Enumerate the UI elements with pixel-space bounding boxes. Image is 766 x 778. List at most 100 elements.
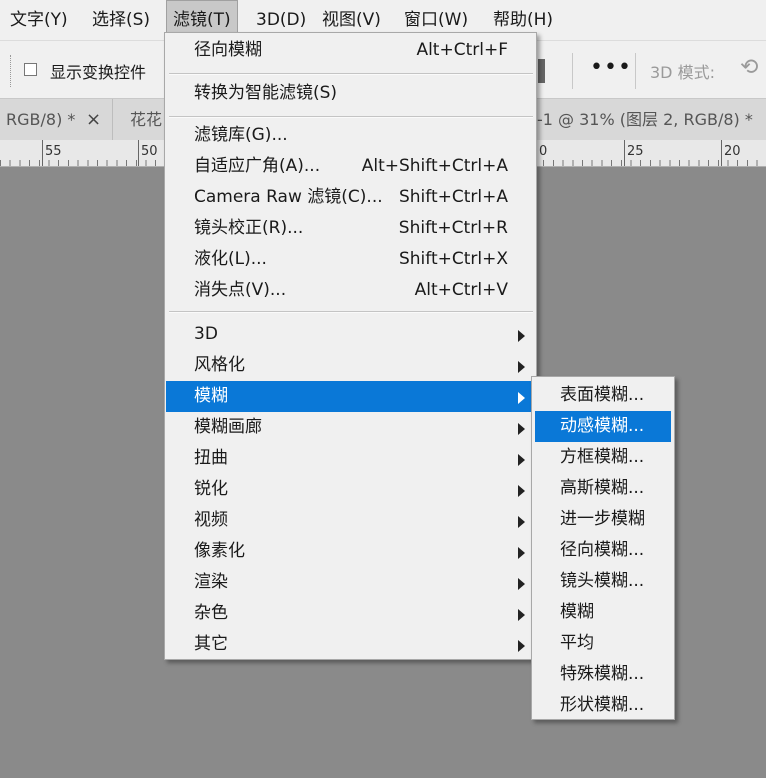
submenu-item-motion-blur[interactable]: 动感模糊... <box>535 411 671 442</box>
ruler-label: 0 <box>539 144 548 159</box>
submenu-arrow-icon <box>518 454 525 466</box>
submenu-item-smart-blur[interactable]: 特殊模糊... <box>535 659 671 690</box>
ruler-tick <box>721 140 722 166</box>
submenu-arrow-icon <box>518 578 525 590</box>
menu-item-label: 渲染 <box>194 572 228 592</box>
submenu-arrow-icon <box>518 547 525 559</box>
menu-item-camera-raw[interactable]: Camera Raw 滤镜(C)... Shift+Ctrl+A <box>166 182 535 213</box>
submenu-item-label: 镜头模糊... <box>560 571 645 591</box>
toolbar-divider <box>635 53 636 89</box>
submenu-arrow-icon <box>518 485 525 497</box>
ruler-label: 55 <box>45 144 62 159</box>
menu-item-blur-gallery[interactable]: 模糊画廊 <box>166 412 535 443</box>
submenu-item-surface-blur[interactable]: 表面模糊... <box>535 380 671 411</box>
submenu-item-label: 进一步模糊 <box>560 509 645 529</box>
ruler-label: 25 <box>627 144 644 159</box>
menu-item-liquify[interactable]: 液化(L)... Shift+Ctrl+X <box>166 244 535 275</box>
show-transform-label[interactable]: 显示变换控件 <box>50 59 146 83</box>
menu-item-sharpen[interactable]: 锐化 <box>166 474 535 505</box>
submenu-item-label: 方框模糊... <box>560 447 645 467</box>
menu-divider <box>169 311 533 313</box>
submenu-item-average[interactable]: 平均 <box>535 628 671 659</box>
submenu-item-label: 动感模糊... <box>560 416 645 436</box>
toolbar-divider <box>572 53 573 89</box>
menu-item-label: 转换为智能滤镜(S) <box>194 83 338 103</box>
submenu-item-label: 平均 <box>560 633 594 653</box>
menu-item-shortcut: Shift+Ctrl+R <box>398 218 508 238</box>
menu-divider <box>169 116 533 118</box>
submenu-item-blur-more[interactable]: 进一步模糊 <box>535 504 671 535</box>
menu-item-3d[interactable]: 3D <box>166 319 535 350</box>
ruler-tick <box>42 140 43 166</box>
menu-item-label: 镜头校正(R)... <box>194 218 304 238</box>
menu-divider <box>169 73 533 75</box>
menu-item-stylize[interactable]: 风格化 <box>166 350 535 381</box>
submenu-item-label: 高斯模糊... <box>560 478 645 498</box>
menu-select[interactable]: 选择(S) <box>86 0 156 40</box>
menu-item-shortcut: Alt+Ctrl+V <box>414 280 508 300</box>
menu-item-label: 其它 <box>194 634 228 654</box>
submenu-item-label: 模糊 <box>560 602 594 622</box>
ruler-label: 50 <box>141 144 158 159</box>
menu-item-other[interactable]: 其它 <box>166 629 535 660</box>
menu-item-label: 液化(L)... <box>194 249 267 269</box>
menu-item-label: 模糊画廊 <box>194 417 262 437</box>
submenu-item-gaussian-blur[interactable]: 高斯模糊... <box>535 473 671 504</box>
document-tab-1[interactable]: RGB/8) * <box>6 99 75 141</box>
menu-item-radial-blur-last[interactable]: 径向模糊 Alt+Ctrl+F <box>166 35 535 66</box>
menu-item-noise[interactable]: 杂色 <box>166 598 535 629</box>
submenu-arrow-icon <box>518 640 525 652</box>
menu-item-label: 消失点(V)... <box>194 280 287 300</box>
document-tab-2[interactable]: 花花 <box>130 99 162 141</box>
menu-item-label: 风格化 <box>194 355 245 375</box>
menu-item-shortcut: Shift+Ctrl+A <box>398 187 508 207</box>
orbit-3d-icon[interactable]: ⟲ <box>740 55 758 80</box>
submenu-item-shape-blur[interactable]: 形状模糊... <box>535 690 671 721</box>
menu-item-convert-smart-filter[interactable]: 转换为智能滤镜(S) <box>166 78 535 109</box>
menu-type[interactable]: 文字(Y) <box>4 0 74 40</box>
submenu-arrow-icon <box>518 392 525 404</box>
menu-item-label: 径向模糊 <box>194 40 262 60</box>
filter-menu: 径向模糊 Alt+Ctrl+F 转换为智能滤镜(S) 滤镜库(G)... 自适应… <box>164 32 537 660</box>
submenu-arrow-icon <box>518 516 525 528</box>
menu-item-label: 自适应广角(A)... <box>194 156 321 176</box>
menu-item-shortcut: Alt+Shift+Ctrl+A <box>361 156 508 176</box>
ruler-tick <box>624 140 625 166</box>
ruler-tick <box>138 140 139 166</box>
menu-item-shortcut: Shift+Ctrl+X <box>398 249 508 269</box>
menu-item-blur[interactable]: 模糊 <box>166 381 535 412</box>
ellipsis-icon[interactable]: ••• <box>590 55 632 80</box>
submenu-arrow-icon <box>518 330 525 342</box>
submenu-item-blur[interactable]: 模糊 <box>535 597 671 628</box>
menu-item-label: Camera Raw 滤镜(C)... <box>194 187 383 207</box>
submenu-item-box-blur[interactable]: 方框模糊... <box>535 442 671 473</box>
menu-item-label: 锐化 <box>194 479 228 499</box>
grip-handle[interactable] <box>10 55 14 87</box>
submenu-item-radial-blur[interactable]: 径向模糊... <box>535 535 671 566</box>
menu-item-lens-correction[interactable]: 镜头校正(R)... Shift+Ctrl+R <box>166 213 535 244</box>
close-icon[interactable]: × <box>86 99 101 141</box>
menu-item-pixelate[interactable]: 像素化 <box>166 536 535 567</box>
menu-item-label: 滤镜库(G)... <box>194 125 288 145</box>
show-transform-checkbox[interactable] <box>24 63 37 76</box>
ruler-label: 20 <box>724 144 741 159</box>
menu-item-filter-gallery[interactable]: 滤镜库(G)... <box>166 120 535 151</box>
menu-item-video[interactable]: 视频 <box>166 505 535 536</box>
menu-item-distort[interactable]: 扭曲 <box>166 443 535 474</box>
menu-item-label: 杂色 <box>194 603 228 623</box>
tab-title: RGB/8) * <box>6 110 76 129</box>
tab-divider <box>112 99 113 141</box>
toolbar-button-stub[interactable] <box>538 59 545 83</box>
menu-item-render[interactable]: 渲染 <box>166 567 535 598</box>
submenu-item-label: 形状模糊... <box>560 695 645 715</box>
menu-item-label: 视频 <box>194 510 228 530</box>
menu-item-vanishing-point[interactable]: 消失点(V)... Alt+Ctrl+V <box>166 275 535 306</box>
submenu-item-lens-blur[interactable]: 镜头模糊... <box>535 566 671 597</box>
document-tab-3[interactable]: -1 @ 31% (图层 2, RGB/8) * <box>537 99 753 141</box>
menu-item-label: 3D <box>194 324 218 344</box>
menu-item-adaptive-wide-angle[interactable]: 自适应广角(A)... Alt+Shift+Ctrl+A <box>166 151 535 182</box>
submenu-item-label: 表面模糊... <box>560 385 645 405</box>
blur-submenu: 表面模糊... 动感模糊... 方框模糊... 高斯模糊... 进一步模糊 径向… <box>531 376 675 720</box>
submenu-item-label: 径向模糊... <box>560 540 645 560</box>
menu-item-label: 像素化 <box>194 541 245 561</box>
